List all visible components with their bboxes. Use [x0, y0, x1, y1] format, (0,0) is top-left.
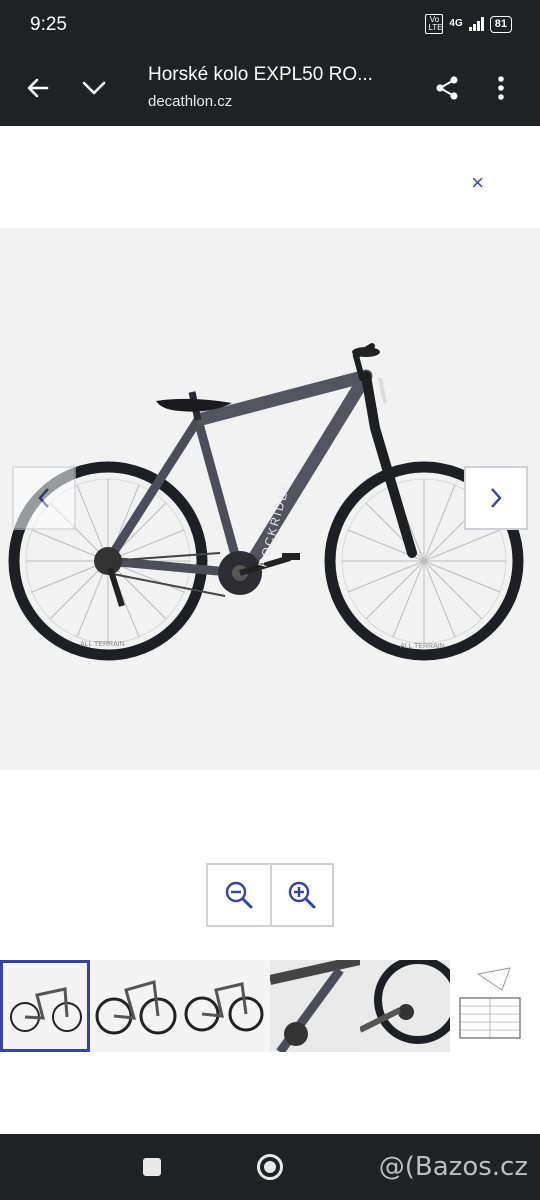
- thumbnail-1[interactable]: [0, 960, 90, 1052]
- thumbnail-2[interactable]: [90, 960, 180, 1052]
- tire-label-front: ALL TERRAIN: [400, 643, 445, 650]
- more-vertical-icon[interactable]: [481, 68, 521, 108]
- zoom-out-icon: [225, 881, 253, 909]
- watermark: @(Bazos.cz: [378, 1152, 528, 1182]
- next-image-button[interactable]: [464, 466, 528, 530]
- image-viewer: × ALL TERRAIN ALL TERRAIN ROCKRIDER: [0, 126, 540, 1134]
- chevron-left-icon: [38, 488, 49, 508]
- thumbnail-4[interactable]: [270, 960, 360, 1052]
- chevron-right-icon: [491, 488, 502, 508]
- page-title: Horské kolo EXPL50 RO...: [148, 64, 373, 85]
- previous-image-button[interactable]: [12, 466, 76, 530]
- share-icon[interactable]: [427, 68, 467, 108]
- close-icon[interactable]: ×: [471, 170, 484, 196]
- zoom-in-button[interactable]: [270, 865, 332, 925]
- thumbnail-5[interactable]: [360, 960, 450, 1052]
- status-bar: 9:25 Vo LTE 4G 81: [0, 0, 540, 50]
- signal-icon: [468, 17, 484, 31]
- bike-illustration: ALL TERRAIN ALL TERRAIN ROCKRIDER: [8, 343, 524, 661]
- zoom-controls: [206, 863, 334, 927]
- thumbnail-3[interactable]: [180, 960, 270, 1052]
- system-nav-bar: @(Bazos.cz: [0, 1134, 540, 1200]
- volte-badge: Vo LTE: [425, 14, 444, 34]
- zoom-in-icon: [288, 881, 316, 909]
- browser-toolbar: Horské kolo EXPL50 RO... decathlon.cz: [0, 50, 540, 126]
- chevron-down-icon[interactable]: [74, 68, 114, 108]
- back-arrow-icon[interactable]: [18, 68, 58, 108]
- recents-button[interactable]: [143, 1158, 161, 1176]
- tire-label-rear: ALL TERRAIN: [80, 641, 125, 648]
- page-url: decathlon.cz: [148, 93, 233, 110]
- battery-icon: 81: [489, 15, 512, 33]
- thumbnail-strip: [0, 960, 540, 1052]
- home-button[interactable]: [257, 1154, 283, 1180]
- zoom-out-button[interactable]: [208, 865, 270, 925]
- status-time: 9:25: [30, 14, 67, 35]
- network-type: 4G: [449, 18, 463, 29]
- product-image[interactable]: ALL TERRAIN ALL TERRAIN ROCKRIDER: [0, 228, 540, 770]
- status-icons: Vo LTE 4G 81: [425, 14, 512, 34]
- thumbnail-6[interactable]: [450, 960, 540, 1052]
